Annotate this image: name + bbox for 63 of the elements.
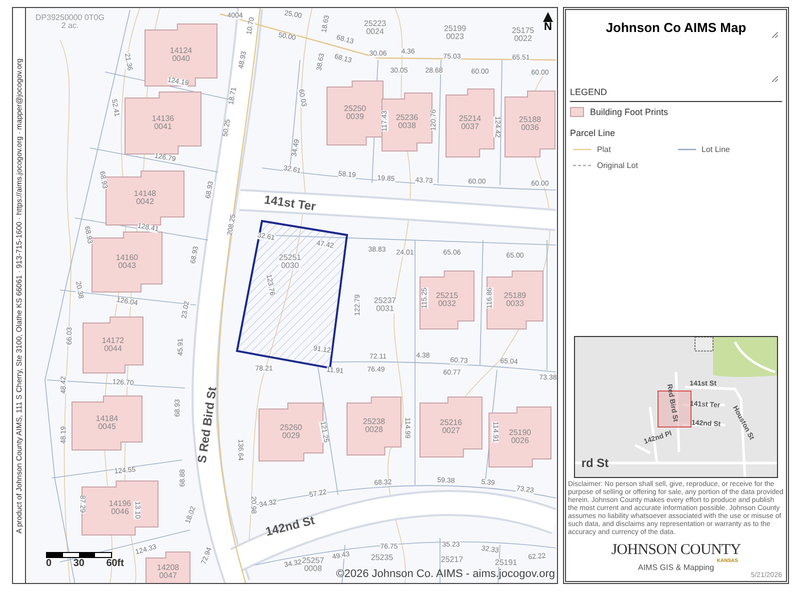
parcel-label: 14208 0047 xyxy=(156,564,180,580)
parcel-label: 14172 0044 xyxy=(102,337,124,353)
parcel-label: 25188 0036 xyxy=(518,116,542,132)
building-footprint xyxy=(72,396,142,450)
parcel-label: 25189 0033 xyxy=(504,292,526,308)
building-footprint xyxy=(446,88,494,158)
legend-label: Original Lot xyxy=(597,160,638,172)
logo-subtitle: AIMS GIS & Mapping xyxy=(638,564,714,572)
scale-bar xyxy=(46,552,112,558)
building-footprint xyxy=(346,396,402,456)
resize-handle-icon xyxy=(772,76,778,82)
county-logo-text: JOHNSON COUNTY xyxy=(611,543,741,558)
parcel-label: 25235 xyxy=(370,554,394,562)
parcel-label: 25257 0008 xyxy=(302,557,324,573)
building-footprint xyxy=(504,90,556,158)
building-footprint xyxy=(486,270,544,330)
parcel-label: 25199 0023 xyxy=(444,25,466,41)
parcel-label: 14160 0043 xyxy=(116,254,138,270)
parcel-label: 25175 0022 xyxy=(512,27,534,43)
legend-group-label: Parcel Line xyxy=(570,127,616,140)
parcel-label: 25191 xyxy=(494,559,518,567)
parcel-label: 14184 0045 xyxy=(96,415,118,431)
copyright-text: ©2026 Johnson Co. AIMS - aims.jocogov.org xyxy=(336,569,555,580)
north-label: N xyxy=(544,22,552,33)
legend-heading: LEGEND xyxy=(570,86,782,102)
parcel-label: 25251 0030 xyxy=(278,254,302,270)
building-footprint xyxy=(326,80,384,146)
overview-street-label: rd St xyxy=(581,457,609,469)
map-title: Johnson Co AIMS Map xyxy=(606,19,746,37)
legend-label: Building Foot Prints xyxy=(590,106,668,119)
north-arrow-icon xyxy=(543,12,553,22)
parcel-label: 25215 0032 xyxy=(436,292,458,308)
building-footprint xyxy=(488,406,552,468)
building-footprint xyxy=(82,316,144,374)
scale-label: 60ft xyxy=(106,559,124,569)
parcel-label: 25223 0024 xyxy=(364,20,386,36)
street-label: 142nd St xyxy=(264,514,316,538)
building-footprint xyxy=(420,270,474,330)
scale-label: 0 xyxy=(46,559,52,569)
street-label: 141st Ter xyxy=(264,193,316,213)
building-footprint xyxy=(420,396,482,458)
parcel-label: 14136 0041 xyxy=(152,115,174,131)
resize-handle-icon xyxy=(772,32,778,38)
parcel-label: 25217 xyxy=(440,556,464,564)
parcel-label: 25238 0028 xyxy=(362,418,386,434)
parcel-label: 25260 0029 xyxy=(280,424,302,440)
legend-label: Lot Line xyxy=(702,144,730,156)
street-label: S Red Bird St xyxy=(196,386,218,464)
parcel-label: 14196 0046 xyxy=(108,500,132,516)
parcel-label: 14148 0042 xyxy=(134,190,156,206)
building-footprint xyxy=(92,232,162,292)
scale-label: 30 xyxy=(73,559,84,569)
parcel-label: 25216 0027 xyxy=(440,419,462,435)
building-swatch xyxy=(570,107,584,118)
parcel-label: 14124 0040 xyxy=(170,47,192,63)
parcel-label: 25214 0037 xyxy=(458,115,482,131)
parcel-label: 25190 0026 xyxy=(508,429,532,445)
parcel-label: 25250 0039 xyxy=(344,105,366,121)
building-footprint xyxy=(382,92,432,152)
parcel-label: 25236 0038 xyxy=(396,114,418,130)
legend-label: Plat xyxy=(597,144,611,156)
parcel-label: DP39250000 0T0G 2 ac. xyxy=(36,14,104,30)
parcel-label: 25237 0031 xyxy=(374,297,396,313)
